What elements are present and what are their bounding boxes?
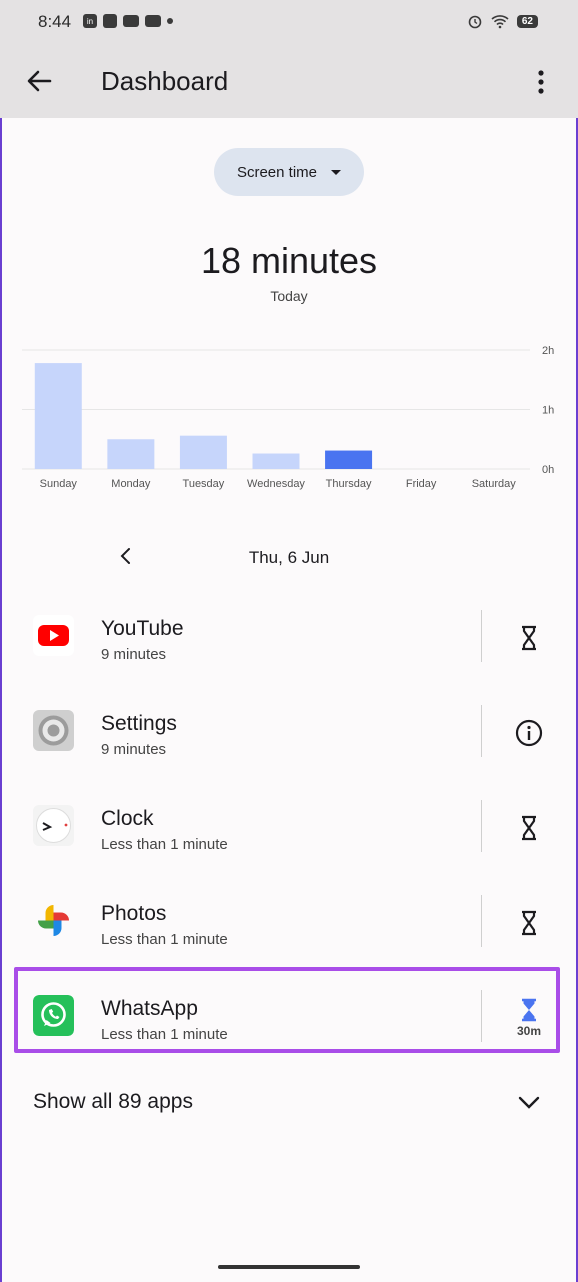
app-row-whatsapp[interactable]: WhatsApp Less than 1 minute 30m <box>0 970 578 1065</box>
row-divider <box>481 895 482 947</box>
app-timer-button[interactable] <box>509 618 549 658</box>
hourglass-filled-icon <box>522 998 536 1022</box>
app-usage-list: YouTube 9 minutes Settings 9 minutes Clo… <box>0 590 578 1065</box>
battery-icon: 62 <box>516 14 538 28</box>
total-period-label: Today <box>270 288 308 304</box>
app-timer-button[interactable] <box>509 808 549 848</box>
app-usage: Less than 1 minute <box>101 1026 228 1043</box>
chart-bar-wednesday <box>252 453 300 469</box>
status-time: 8:44 <box>38 12 72 31</box>
wifi-icon <box>491 15 509 29</box>
chart-y-tick-label: 2h <box>542 345 554 357</box>
youtube-icon <box>33 615 74 656</box>
more-options-button[interactable] <box>526 64 556 100</box>
info-icon <box>515 719 543 747</box>
chart-bar-tuesday <box>179 435 227 469</box>
hourglass-icon <box>522 815 536 841</box>
chart-x-tick-label: Thursday <box>326 478 372 490</box>
chart-x-tick-label: Saturday <box>472 478 517 490</box>
app-usage: 9 minutes <box>101 646 167 663</box>
chart-bar-thursday <box>325 450 373 469</box>
app-row-clock[interactable]: Clock Less than 1 minute <box>0 780 578 875</box>
row-divider <box>481 610 482 662</box>
app-timer-button[interactable] <box>509 903 549 943</box>
show-all-apps-label: Show all 89 apps <box>33 1090 193 1113</box>
app-usage: 9 minutes <box>101 741 167 758</box>
chart-x-tick-label: Friday <box>406 478 437 490</box>
app-name: Clock <box>101 807 154 830</box>
notification-app-icon <box>103 14 117 28</box>
app-info-button[interactable] <box>509 713 549 753</box>
photos-icon <box>33 900 74 941</box>
date-navigator: Thu, 6 Jun <box>0 540 578 574</box>
whatsapp-icon <box>33 995 74 1036</box>
hourglass-icon <box>522 625 536 651</box>
app-bar: 8:44 in 62 Dashboard <box>0 0 578 118</box>
home-indicator[interactable] <box>218 1265 360 1269</box>
app-row-youtube[interactable]: YouTube 9 minutes <box>0 590 578 685</box>
chart-x-tick-label: Wednesday <box>247 478 305 490</box>
youtube-notification-icon-2 <box>145 15 161 27</box>
chart-y-tick-label: 0h <box>542 464 554 476</box>
app-row-settings[interactable]: Settings 9 minutes <box>0 685 578 780</box>
app-timer-button[interactable]: 30m <box>509 998 549 1038</box>
chart-y-tick-label: 1h <box>542 405 554 417</box>
arrow-left-icon <box>27 70 52 92</box>
row-divider <box>481 800 482 852</box>
app-name: WhatsApp <box>101 997 198 1020</box>
settings-icon <box>33 710 74 751</box>
chart-bar-monday <box>107 439 155 469</box>
usage-bar-chart: 0h 1h 2h Sunday Monday Tuesday Wednesday Thursd… <box>22 345 554 490</box>
app-name: Settings <box>101 712 177 735</box>
hourglass-icon <box>522 910 536 936</box>
app-limit-label: 30m <box>516 1024 542 1038</box>
more-notifications-dot-icon <box>167 18 173 24</box>
chart-x-tick-label: Sunday <box>40 478 78 490</box>
row-divider <box>481 990 482 1042</box>
dropdown-arrow-icon <box>331 169 342 175</box>
linkedin-icon: in <box>83 14 97 28</box>
back-button[interactable] <box>22 64 56 98</box>
show-all-apps-button[interactable]: Show all 89 apps <box>0 1080 578 1128</box>
chart-bar-sunday <box>34 363 82 469</box>
screen-time-dropdown[interactable]: Screen time <box>214 148 364 196</box>
notification-icons: in <box>83 14 173 28</box>
chart-x-tick-label: Monday <box>111 478 151 490</box>
app-name: Photos <box>101 902 167 925</box>
alarm-icon <box>468 15 482 29</box>
app-row-photos[interactable]: Photos Less than 1 minute <box>0 875 578 970</box>
app-usage: Less than 1 minute <box>101 931 228 948</box>
status-bar: 8:44 in 62 <box>0 0 578 46</box>
selected-date: Thu, 6 Jun <box>248 548 330 567</box>
clock-icon <box>33 805 74 846</box>
page-title: Dashboard <box>101 66 229 96</box>
chart-x-tick-label: Tuesday <box>183 478 225 490</box>
system-icons: 62 <box>467 13 538 29</box>
row-divider <box>481 705 482 757</box>
total-screen-time: 18 minutes <box>200 240 378 281</box>
youtube-notification-icon <box>123 15 139 27</box>
app-name: YouTube <box>101 617 184 640</box>
app-usage: Less than 1 minute <box>101 836 228 853</box>
chevron-down-icon <box>514 1088 544 1118</box>
more-vert-icon <box>538 70 544 94</box>
screen-time-dropdown-label: Screen time <box>236 163 318 181</box>
